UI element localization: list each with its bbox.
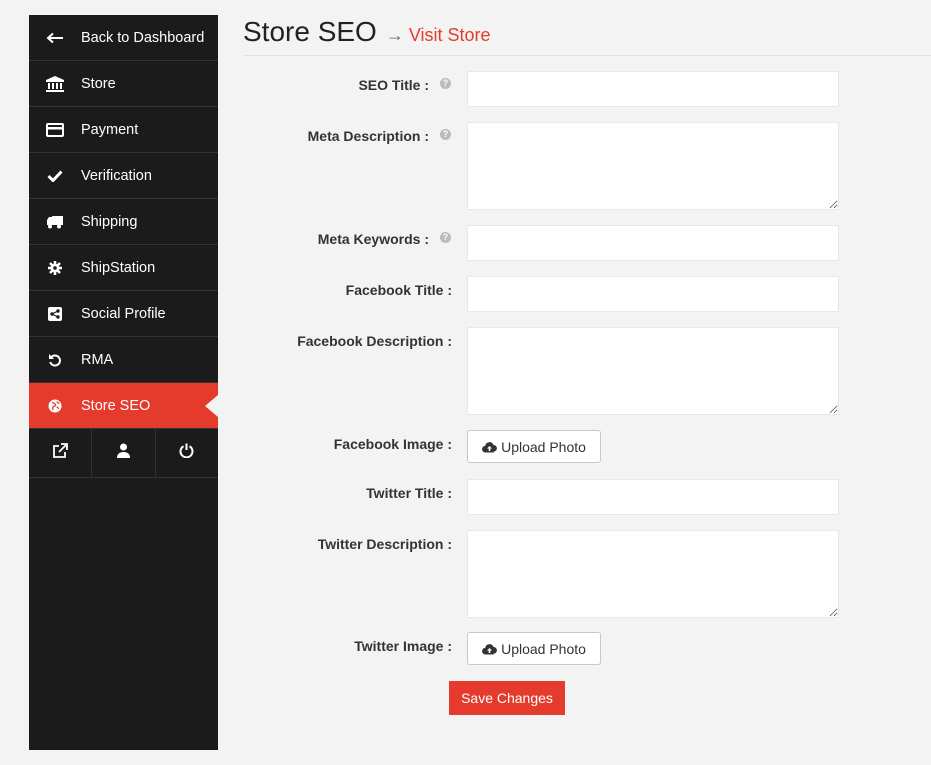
external-link-icon (52, 442, 69, 464)
visit-store-link[interactable]: Visit Store (409, 26, 491, 46)
globe-icon (45, 399, 65, 413)
share-icon (45, 306, 65, 321)
sidebar-item-label: Verification (81, 167, 152, 184)
facebook-image-label: Facebook Image : (333, 436, 452, 452)
logout-button[interactable] (156, 429, 218, 477)
sidebar-item-label: RMA (81, 351, 114, 368)
sidebar-item-verification[interactable]: Verification (29, 153, 218, 199)
meta-keywords-label: Meta Keywords : (317, 231, 429, 247)
sidebar-item-shipping[interactable]: Shipping (29, 199, 218, 245)
arrow-left-icon (45, 32, 65, 44)
seo-title-input[interactable] (467, 71, 839, 107)
facebook-description-textarea[interactable] (467, 327, 839, 415)
credit-card-icon (45, 122, 65, 137)
twitter-description-textarea[interactable] (467, 530, 839, 618)
sidebar-item-label: Payment (81, 121, 139, 138)
sidebar-item-store-seo[interactable]: Store SEO (29, 383, 218, 429)
help-icon[interactable]: ? (440, 232, 451, 243)
twitter-title-label: Twitter Title : (366, 485, 452, 501)
sidebar: Back to Dashboard Store Payment Verifica… (29, 15, 218, 750)
save-changes-button[interactable]: Save Changes (449, 681, 565, 715)
facebook-description-label: Facebook Description : (297, 333, 452, 349)
undo-icon (45, 353, 65, 367)
sidebar-item-social-profile[interactable]: Social Profile (29, 291, 218, 337)
twitter-description-label: Twitter Description : (317, 536, 452, 552)
facebook-title-input[interactable] (467, 276, 839, 312)
sidebar-item-store[interactable]: Store (29, 61, 218, 107)
help-icon[interactable]: ? (440, 129, 451, 140)
facebook-title-label: Facebook Title : (345, 282, 452, 298)
check-icon (45, 169, 65, 182)
bank-icon (45, 75, 65, 92)
truck-icon (45, 215, 65, 229)
twitter-title-input[interactable] (467, 479, 839, 515)
gear-icon (45, 260, 65, 275)
upload-photo-label: Upload Photo (501, 438, 586, 455)
sidebar-item-label: ShipStation (81, 259, 156, 276)
page-header: Store SEO → Visit Store (243, 0, 931, 56)
sidebar-item-label: Store SEO (81, 397, 151, 414)
help-icon[interactable]: ? (440, 78, 451, 89)
user-icon (116, 443, 130, 463)
cloud-upload-icon (482, 441, 497, 453)
seo-title-label: SEO Title : (358, 77, 429, 93)
external-link-button[interactable] (29, 429, 93, 477)
arrow-glyph: → (385, 25, 404, 45)
main-content: Store SEO → Visit Store SEO Title : ? Me… (243, 0, 931, 765)
twitter-upload-photo-button[interactable]: Upload Photo (467, 632, 601, 665)
facebook-upload-photo-button[interactable]: Upload Photo (467, 430, 601, 463)
sidebar-bottom-bar (29, 429, 218, 478)
cloud-upload-icon (482, 643, 497, 655)
meta-description-textarea[interactable] (467, 122, 839, 210)
sidebar-item-payment[interactable]: Payment (29, 107, 218, 153)
meta-keywords-input[interactable] (467, 225, 839, 261)
sidebar-item-back-to-dashboard[interactable]: Back to Dashboard (29, 15, 218, 61)
sidebar-item-label: Shipping (81, 213, 138, 230)
upload-photo-label: Upload Photo (501, 640, 586, 657)
profile-button[interactable] (92, 429, 156, 477)
power-icon (179, 443, 194, 463)
sidebar-item-shipstation[interactable]: ShipStation (29, 245, 218, 291)
sidebar-item-label: Social Profile (81, 305, 166, 322)
page-title: Store SEO (243, 16, 377, 47)
meta-description-label: Meta Description : (307, 128, 429, 144)
sidebar-item-label: Back to Dashboard (81, 29, 205, 46)
sidebar-item-label: Store (81, 75, 116, 92)
sidebar-item-rma[interactable]: RMA (29, 337, 218, 383)
twitter-image-label: Twitter Image : (354, 638, 452, 654)
